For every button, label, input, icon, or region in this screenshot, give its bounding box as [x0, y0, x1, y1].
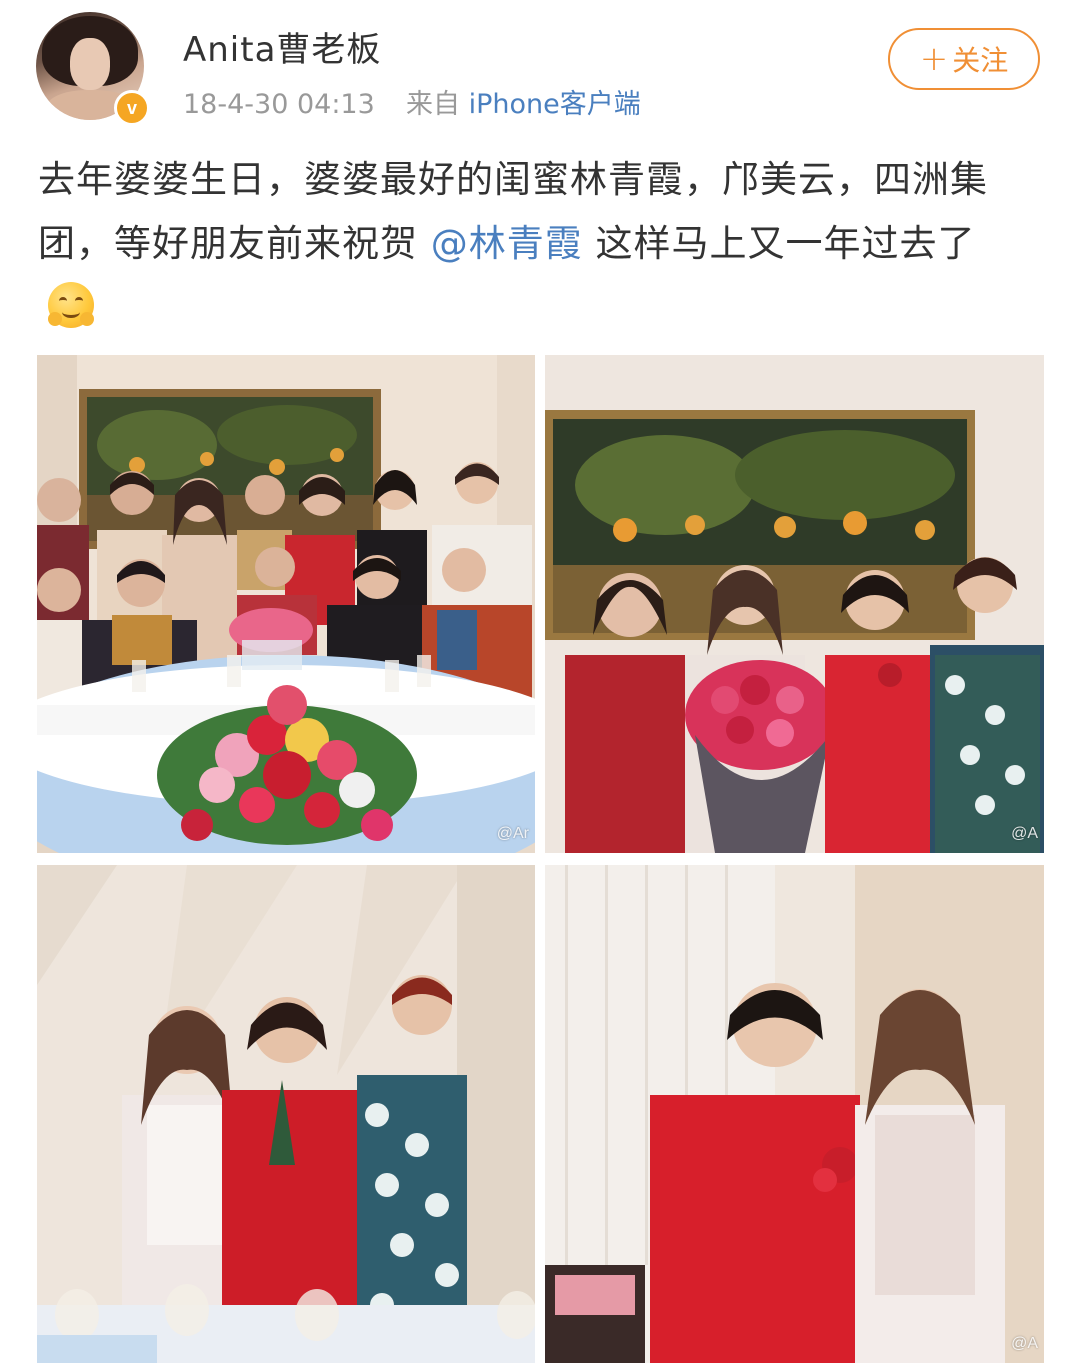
photo-grid: @Ar @A @A [37, 355, 1044, 1363]
source-prefix: 来自 [405, 89, 460, 120]
username[interactable]: Anita曹老板 [183, 22, 381, 71]
hugging-face-emoji-icon [48, 282, 94, 328]
verified-badge-icon: v [114, 90, 150, 126]
follow-button[interactable]: + 关注 [888, 28, 1040, 90]
post-text-part2: 这样马上又一年过去了 [595, 222, 976, 265]
group-photo-bouquet[interactable]: @A [545, 355, 1044, 853]
photo-watermark: @A [1011, 1335, 1038, 1352]
post-header: v Anita曹老板 18-4-30 04:13 来自 iPhone客户端 + 关… [0, 0, 1080, 130]
follow-label: 关注 [952, 44, 1009, 77]
three-women-photo[interactable] [37, 865, 535, 1363]
plus-icon: + [919, 39, 949, 79]
two-women-photo[interactable]: @A [545, 865, 1044, 1363]
photo-watermark: @Ar [496, 825, 529, 842]
source-link[interactable]: iPhone客户端 [469, 89, 641, 120]
post-body: 去年婆婆生日，婆婆最好的闺蜜林青霞，邝美云，四洲集团，等好朋友前来祝贺 @林青霞… [38, 148, 1038, 340]
group-photo-dinner-table[interactable]: @Ar [37, 355, 535, 853]
post-meta: 18-4-30 04:13 来自 iPhone客户端 [183, 82, 641, 121]
post-timestamp: 18-4-30 04:13 [183, 89, 375, 120]
avatar[interactable]: v [36, 12, 150, 126]
mention-link[interactable]: @林青霞 [431, 222, 583, 265]
photo-watermark: @A [1011, 825, 1038, 842]
